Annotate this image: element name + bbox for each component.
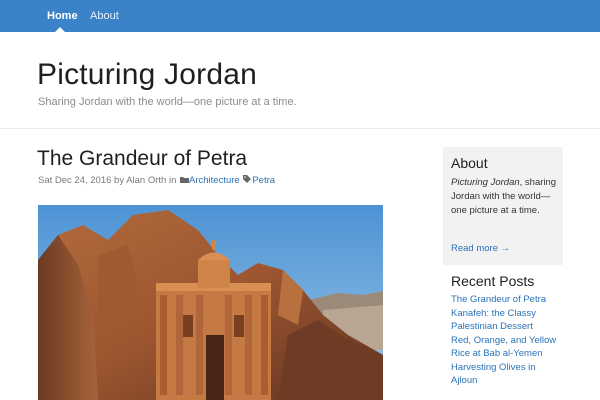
about-text-site-name: Picturing Jordan (451, 177, 520, 188)
site-tagline: Sharing Jordan with the world—one pictur… (38, 96, 297, 108)
recent-post-link[interactable]: Red, Orange, and Yellow Rice at Bab al-Y… (451, 334, 563, 361)
recent-posts-list: The Grandeur of Petra Kanafeh: the Class… (451, 293, 563, 388)
masthead: Picturing Jordan Sharing Jordan with the… (0, 32, 600, 129)
recent-posts-heading: Recent Posts (451, 273, 535, 289)
read-more-link[interactable]: Read more → (451, 243, 510, 254)
post-meta: Sat Dec 24, 2016 by Alan Orth in Archite… (38, 175, 275, 186)
recent-post-link[interactable]: The Grandeur of Petra (451, 293, 563, 307)
top-navbar: Home About (0, 0, 600, 32)
tag-icon (242, 175, 252, 185)
tag-link[interactable]: Petra (252, 175, 275, 186)
recent-post-link[interactable]: Harvesting Olives in Ajloun (451, 361, 563, 388)
category-link[interactable]: Architecture (189, 175, 240, 186)
nav-about-link[interactable]: About (90, 0, 119, 32)
site-title[interactable]: Picturing Jordan (37, 58, 257, 92)
petra-photo (38, 205, 383, 400)
folder-icon (179, 176, 189, 185)
post-title[interactable]: The Grandeur of Petra (37, 147, 247, 171)
about-widget: About Picturing Jordan, sharing Jordan w… (443, 147, 563, 265)
post-date-author: Sat Dec 24, 2016 by Alan Orth in (38, 175, 177, 186)
about-text: Picturing Jordan, sharing Jordan with th… (451, 176, 559, 218)
recent-post-link[interactable]: Kanafeh: the Classy Palestinian Dessert (451, 307, 563, 334)
about-heading: About (451, 155, 488, 171)
post-image (38, 205, 383, 400)
